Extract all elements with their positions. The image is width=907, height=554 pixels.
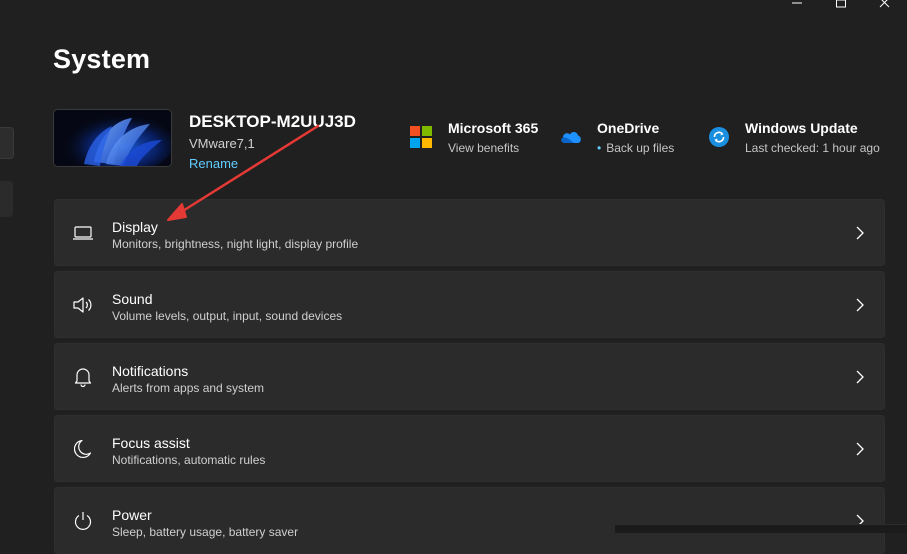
card-title: Power (112, 507, 152, 523)
settings-card-notifications[interactable]: Notifications Alerts from apps and syste… (54, 343, 885, 410)
bell-icon (72, 366, 94, 388)
quick-link-title: OneDrive (597, 120, 660, 136)
microsoft-365-icon (410, 126, 432, 148)
chevron-right-icon (856, 298, 864, 312)
card-subtitle: Notifications, automatic rules (112, 453, 266, 467)
minimize-button[interactable] (774, 0, 820, 14)
device-name: DESKTOP-M2UUJ3D (189, 112, 356, 131)
minimize-icon (792, 2, 802, 4)
device-model: VMware7,1 (189, 136, 255, 151)
settings-card-power[interactable]: Power Sleep, battery usage, battery save… (54, 487, 885, 554)
card-subtitle: Alerts from apps and system (112, 381, 265, 395)
chevron-right-icon (856, 226, 864, 240)
settings-card-focus-assist[interactable]: Focus assist Notifications, automatic ru… (54, 415, 885, 482)
card-title: Sound (112, 291, 153, 307)
quick-link-subtitle: Back up files (606, 141, 675, 155)
settings-card-sound[interactable]: Sound Volume levels, output, input, soun… (54, 271, 885, 338)
quick-link-onedrive[interactable]: OneDrive • Back up files (560, 120, 674, 155)
rename-link[interactable]: Rename (189, 156, 238, 171)
card-title: Focus assist (112, 435, 190, 451)
chevron-right-icon (856, 370, 864, 384)
quick-link-windows-update[interactable]: Windows Update Last checked: 1 hour ago (708, 120, 880, 155)
nav-item-selected-edge[interactable] (0, 181, 13, 217)
quick-link-title: Microsoft 365 (448, 120, 539, 136)
card-subtitle: Sleep, battery usage, battery saver (112, 525, 299, 539)
windows-update-icon (708, 126, 730, 148)
close-icon (879, 0, 890, 8)
card-title: Notifications (112, 363, 189, 379)
chevron-right-icon (856, 442, 864, 456)
maximize-icon (836, 0, 846, 8)
close-button[interactable] (862, 0, 907, 14)
settings-card-display[interactable]: Display Monitors, brightness, night ligh… (54, 199, 885, 266)
quick-link-title: Windows Update (745, 120, 858, 136)
maximize-button[interactable] (818, 0, 864, 14)
card-title: Display (112, 219, 158, 235)
display-icon (72, 222, 94, 244)
device-wallpaper-thumbnail (53, 109, 172, 167)
card-subtitle: Volume levels, output, input, sound devi… (112, 309, 343, 323)
windows-bloom-wallpaper-icon (54, 110, 171, 166)
status-dot: • (597, 141, 602, 155)
card-subtitle: Monitors, brightness, night light, displ… (112, 237, 359, 251)
quick-link-subtitle: View benefits (448, 141, 520, 155)
page-title: System (53, 44, 151, 74)
power-icon (72, 510, 94, 532)
onedrive-icon (560, 126, 582, 148)
quick-link-subtitle: Last checked: 1 hour ago (745, 141, 880, 155)
quick-link-microsoft-365[interactable]: Microsoft 365 View benefits (410, 120, 538, 155)
moon-icon (72, 438, 94, 460)
nav-search-box-edge[interactable] (0, 127, 14, 159)
sound-icon (72, 294, 94, 316)
